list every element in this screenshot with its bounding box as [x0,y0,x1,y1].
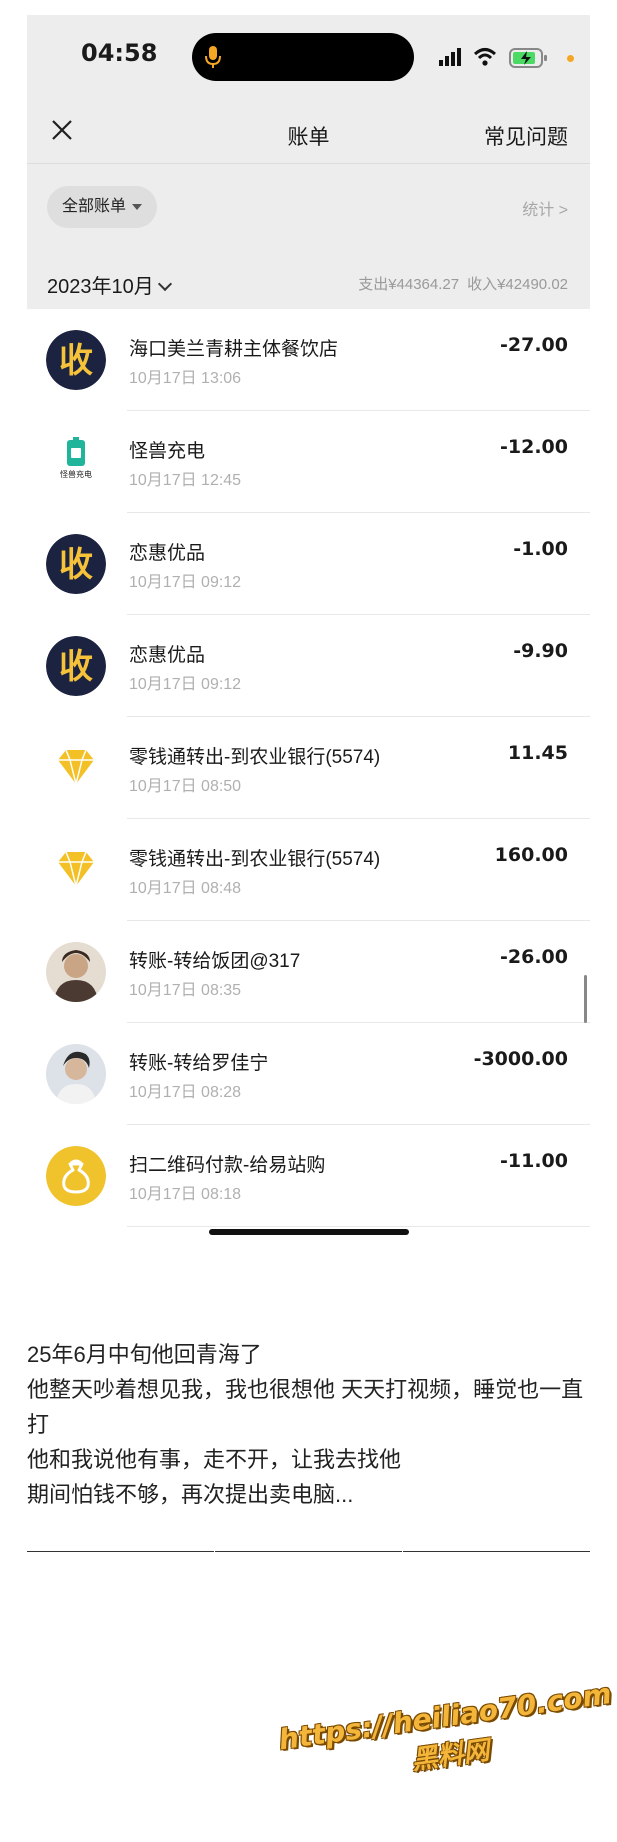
post-line: 期间怕钱不够，再次提出卖电脑... [27,1482,354,1507]
dynamic-island [192,33,414,81]
merchant-name: 零钱通转出-到农业银行(5574) [129,849,381,870]
battery-icon [509,48,547,68]
transaction-amount: 160.00 [494,844,568,866]
transaction-row[interactable]: 转账-转给罗佳宁 10月17日 08:28 -3000.00 [27,1023,590,1125]
transaction-amount: -27.00 [500,334,568,356]
post-line: 他和我说他有事，走不开，让我去找他 [27,1447,402,1472]
post-divider [27,1549,590,1554]
transaction-amount: -26.00 [500,946,568,968]
faq-link[interactable]: 常见问题 [484,121,568,151]
transaction-time: 10月17日 09:12 [129,676,242,693]
microphone-icon [205,46,221,68]
signal-icon [439,48,461,66]
watermark: https://heiliao70.com 黑料网 [277,1677,617,1795]
post-text: 25年6月中旬他回青海了 他整天吵着想见我，我也很想他 天天打视频，睡觉也一直打… [27,1337,590,1512]
shou-icon: 收 [46,534,106,594]
transaction-time: 10月17日 08:48 [129,880,242,897]
merchant-name: 零钱通转出-到农业银行(5574) [129,747,381,768]
transaction-row[interactable]: 怪兽充电 怪兽充电 10月17日 12:45 -12.00 [27,411,590,513]
diamond-icon [46,840,106,900]
header-area: 04:58 账单 常见问题 全部账单 统计 > 2023年10月 支出¥4436… [27,15,590,309]
bill-filter-label: 全部账单 [61,198,126,215]
row-divider [127,1226,590,1227]
transaction-time: 10月17日 08:50 [129,778,242,795]
svg-text:收: 收 [59,341,93,381]
home-indicator[interactable] [209,1229,409,1235]
energy-monster-logo: 怪兽充电 [46,432,106,492]
post-line: 他整天吵着想见我，我也很想他 天天打视频，睡觉也一直打 [27,1377,584,1437]
transaction-time: 10月17日 08:35 [129,982,242,999]
bill-filter-button[interactable]: 全部账单 [47,186,157,228]
transaction-row[interactable]: 收 恋惠优品 10月17日 09:12 -9.90 [27,615,590,717]
transaction-row[interactable]: 收 海口美兰青耕主体餐饮店 10月17日 13:06 -27.00 [27,309,590,411]
svg-text:收: 收 [59,545,93,585]
month-totals: 支出¥44364.27 收入¥42490.02 [350,273,568,294]
money-bag-icon [46,1146,106,1206]
transaction-amount: -9.90 [513,640,568,662]
transaction-time: 10月17日 09:12 [129,574,242,591]
transaction-amount: -1.00 [513,538,568,560]
transaction-list: 收 海口美兰青耕主体餐饮店 10月17日 13:06 -27.00 怪兽充电 怪… [27,309,590,1227]
income-total: 收入¥42490.02 [467,276,568,293]
logo-text: 怪兽充电 [60,469,92,479]
transaction-amount: -3000.00 [473,1048,568,1070]
merchant-name: 恋惠优品 [129,645,206,666]
transaction-row[interactable]: 扫二维码付款-给易站购 10月17日 08:18 -11.00 [27,1125,590,1227]
transaction-time: 10月17日 08:28 [129,1084,242,1101]
transaction-amount: -11.00 [500,1150,568,1172]
wifi-icon [473,48,497,66]
month-label: 2023年10月 [47,276,154,298]
transaction-amount: 11.45 [507,742,568,764]
merchant-name: 转账-转给饭团@317 [129,951,301,972]
transaction-row[interactable]: 收 恋惠优品 10月17日 09:12 -1.00 [27,513,590,615]
scrollbar[interactable] [584,975,587,1023]
shou-icon: 收 [46,330,106,390]
transaction-time: 10月17日 08:18 [129,1186,242,1203]
phone-screenshot: 04:58 账单 常见问题 全部账单 统计 > 2023年10月 支出¥4436… [27,15,590,1235]
merchant-name: 海口美兰青耕主体餐饮店 [129,339,339,360]
transaction-row[interactable]: 转账-转给饭团@317 10月17日 08:35 -26.00 [27,921,590,1023]
user-avatar [46,1044,106,1104]
dropdown-triangle-icon [132,203,142,210]
transaction-time: 10月17日 12:45 [129,472,242,489]
transaction-amount: -12.00 [500,436,568,458]
transaction-time: 10月17日 13:06 [129,370,242,387]
privacy-dot [567,55,574,62]
chevron-down-icon [157,276,172,292]
nav-bar: 账单 常见问题 [27,105,590,159]
svg-text:收: 收 [59,647,93,687]
nav-divider [27,163,590,164]
merchant-name: 恋惠优品 [129,543,206,564]
merchant-name: 扫二维码付款-给易站购 [129,1155,326,1176]
stats-link[interactable]: 统计 > [522,196,568,220]
shou-icon: 收 [46,636,106,696]
diamond-icon [46,738,106,798]
merchant-name: 转账-转给罗佳宁 [129,1053,269,1074]
month-selector[interactable]: 2023年10月 [47,270,172,299]
user-avatar [46,942,106,1002]
expense-total: 支出¥44364.27 [358,276,460,293]
status-time: 04:58 [81,39,158,67]
merchant-name: 怪兽充电 [129,441,206,462]
transaction-row[interactable]: 零钱通转出-到农业银行(5574) 10月17日 08:48 160.00 [27,819,590,921]
post-line: 25年6月中旬他回青海了 [27,1342,262,1367]
transaction-row[interactable]: 零钱通转出-到农业银行(5574) 10月17日 08:50 11.45 [27,717,590,819]
